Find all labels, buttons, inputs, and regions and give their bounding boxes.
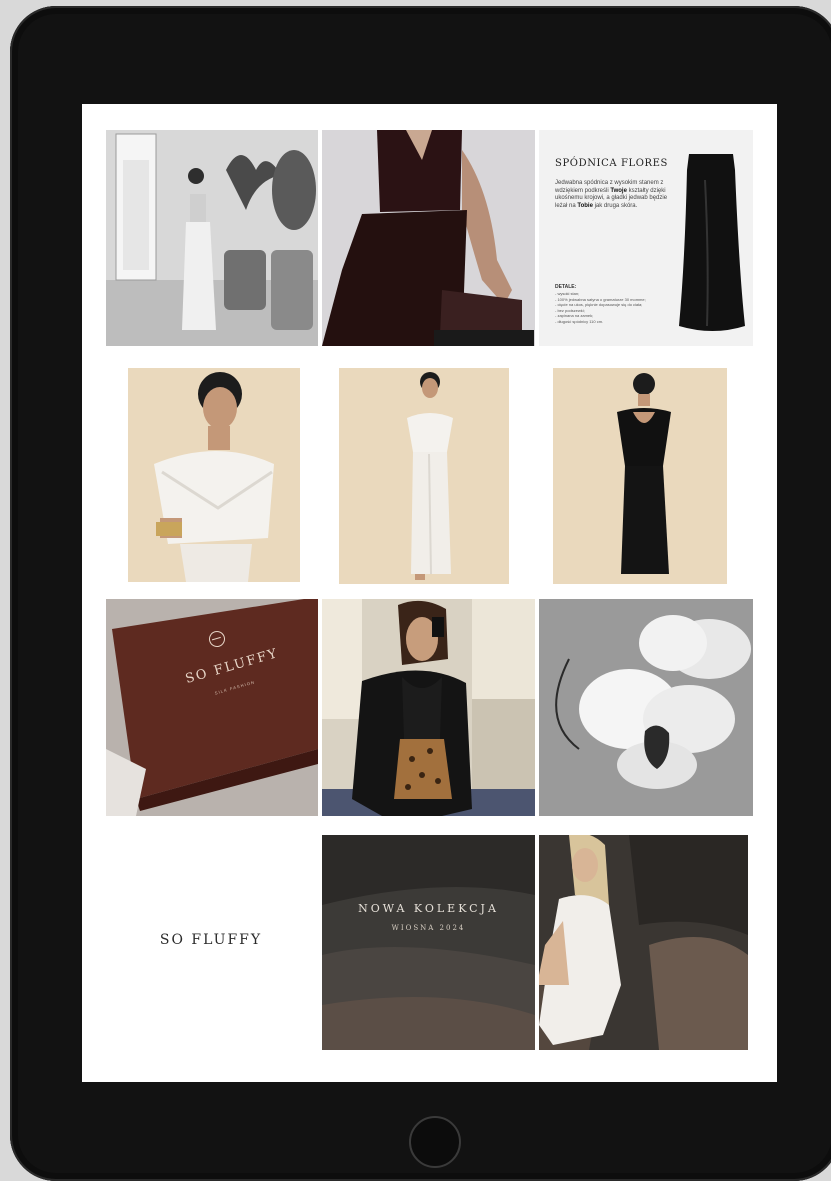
product-description: Jedwabna spódnica z wysokim stanem z wdz…	[555, 180, 679, 210]
skirt-product-image	[679, 154, 745, 331]
photo-black-dress-back[interactable]	[553, 368, 727, 584]
photo-white-dress-on-rocks-image	[539, 835, 748, 1050]
photo-bw-model-doorway-image	[106, 130, 318, 346]
brand-wordmark: SO FLUFFY	[159, 932, 263, 948]
photo-bw-model-doorway[interactable]	[106, 130, 318, 346]
collection-subtitle: WIOSNA 2024	[391, 924, 466, 932]
photo-white-orchid[interactable]	[539, 599, 753, 816]
details-title: DETALE:	[555, 284, 577, 290]
product-title: SPÓDNICA FLORES	[555, 158, 669, 169]
photo-white-dress-on-rocks[interactable]	[539, 835, 748, 1050]
details-item: - długość spódnicy 110 cm.	[555, 318, 604, 324]
photo-white-wrap-top-closeup[interactable]	[128, 368, 300, 582]
photo-brand-box[interactable]: SO FLUFFY SILK FASHION	[106, 599, 318, 816]
photo-white-orchid-image	[539, 599, 753, 816]
collection-banner[interactable]: NOWA KOLEKCJA WIOSNA 2024	[322, 835, 535, 1050]
product-description-bold: Tobie	[577, 202, 593, 209]
photo-dark-satin-set[interactable]	[322, 130, 535, 346]
collection-title: NOWA KOLEKCJA	[358, 902, 499, 915]
photo-white-dress-full-image	[339, 368, 509, 584]
photo-white-wrap-top-closeup-image	[128, 368, 300, 582]
tablet-screen: SPÓDNICA FLORES Jedwabna spódnica z wyso…	[82, 104, 777, 1082]
product-description-bold: Twoje	[610, 187, 627, 194]
product-card-skirt-flores[interactable]: SPÓDNICA FLORES Jedwabna spódnica z wyso…	[539, 130, 753, 346]
photo-black-dress-back-image	[553, 368, 727, 584]
product-description-part: jak druga skóra.	[592, 202, 638, 209]
photo-mirror-selfie-leopard-skirt-image	[322, 599, 535, 816]
photo-white-dress-full[interactable]	[339, 368, 509, 584]
photo-mirror-selfie-leopard-skirt[interactable]	[322, 599, 535, 816]
photo-dark-satin-set-image	[322, 130, 535, 346]
home-button-icon[interactable]	[409, 1116, 461, 1168]
details-list: - wysoki stan; - 100% jedwabna satyna o …	[555, 291, 695, 325]
collection-banner-image	[322, 835, 535, 1050]
